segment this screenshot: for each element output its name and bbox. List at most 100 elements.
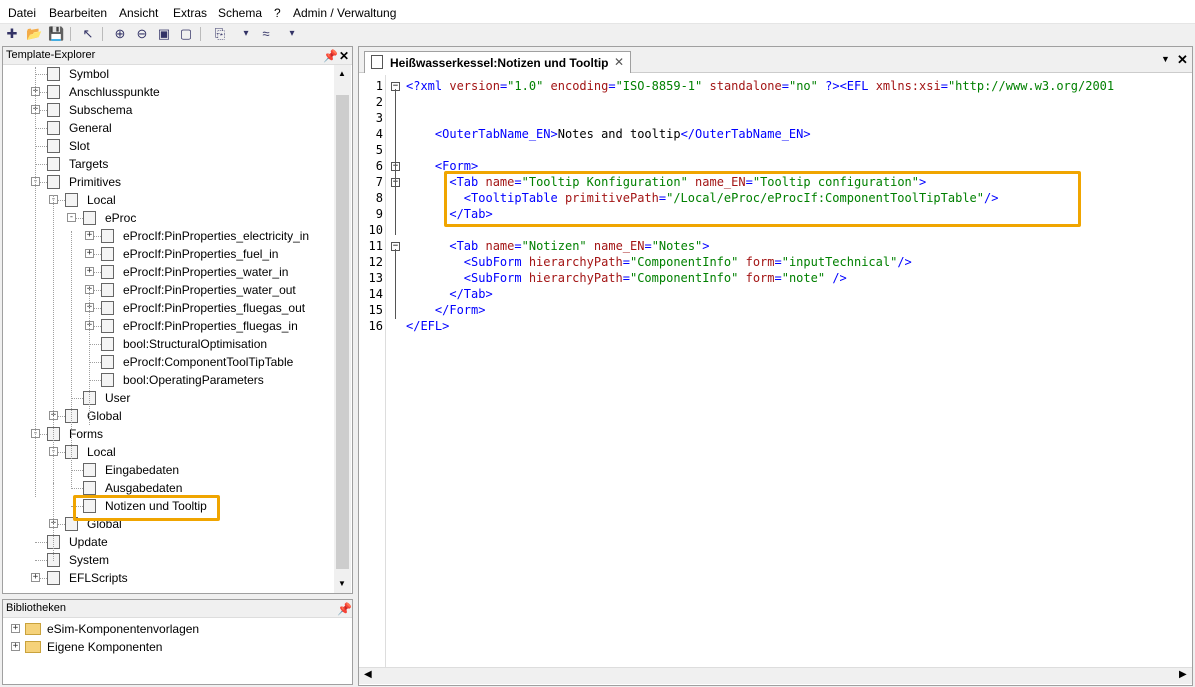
tree-item-label: eProcIf:PinProperties_fluegas_out xyxy=(123,301,306,315)
node-icon xyxy=(83,211,96,225)
tree-item[interactable]: - Primitives xyxy=(3,173,333,191)
pointer-icon[interactable]: ↖ xyxy=(80,26,96,42)
scroll-up-icon[interactable]: ▲ xyxy=(338,69,346,78)
menu-item-6[interactable]: Admin / Verwaltung xyxy=(293,5,396,21)
code-line: <Tab name="Notizen" name_EN="Notes"> xyxy=(449,239,710,253)
expand-icon[interactable]: + xyxy=(11,642,20,651)
tab-close-icon[interactable]: ✕ xyxy=(614,55,624,69)
zoom-in-icon[interactable]: ⊕ xyxy=(112,26,128,42)
tree-item[interactable]: General xyxy=(3,119,333,137)
tree-item[interactable]: Symbol xyxy=(3,65,333,83)
wave-icon[interactable]: ≈ xyxy=(258,26,274,42)
menu-item-1[interactable]: Bearbeiten xyxy=(49,5,107,21)
tree-item[interactable]: Slot xyxy=(3,137,333,155)
scroll-left-icon[interactable]: ◀ xyxy=(364,669,372,680)
tree-item-label: Slot xyxy=(69,139,90,153)
dropdown-icon[interactable]: ▾ xyxy=(238,26,254,42)
dropdown-icon[interactable]: ▾ xyxy=(284,26,300,42)
scroll-thumb[interactable] xyxy=(336,95,349,569)
folder-icon xyxy=(25,641,41,653)
tree-item-label: Primitives xyxy=(69,175,122,189)
menu-item-0[interactable]: Datei xyxy=(8,5,36,21)
menu-item-4[interactable]: Schema xyxy=(218,5,262,21)
tree-item-label: User xyxy=(105,391,131,405)
libraries-title-bar: Bibliotheken 📌 xyxy=(3,600,352,618)
node-icon xyxy=(101,229,114,243)
tab-title: Heißwasserkessel:Notizen und Tooltip xyxy=(390,56,609,70)
node-icon xyxy=(101,355,114,369)
menu-item-3[interactable]: Extras xyxy=(173,5,207,21)
close-icon[interactable]: ✕ xyxy=(339,49,349,63)
tree-item[interactable]: + Subschema xyxy=(3,101,333,119)
tree-item-label: Subschema xyxy=(69,103,133,117)
library-item[interactable]: + Eigene Komponenten xyxy=(3,638,343,656)
node-icon xyxy=(65,193,78,207)
highlight-box-tab-block xyxy=(444,171,1081,227)
line-number: 8 xyxy=(375,191,383,205)
node-icon xyxy=(101,301,114,315)
library-item[interactable]: + eSim-Komponentenvorlagen xyxy=(3,620,343,638)
line-number: 7 xyxy=(375,175,383,189)
zoom-out-icon[interactable]: ⊖ xyxy=(134,26,150,42)
menu-item-5[interactable]: ? xyxy=(274,5,281,21)
menu-item-2[interactable]: Ansicht xyxy=(119,5,158,21)
node-icon xyxy=(47,67,60,81)
tab-list-dropdown-icon[interactable]: ▼ xyxy=(1161,54,1170,64)
tree-item-label: eProcIf:PinProperties_fuel_in xyxy=(123,247,279,261)
node-icon xyxy=(101,373,114,387)
line-number: 15 xyxy=(368,303,383,317)
tree-item[interactable]: Targets xyxy=(3,155,333,173)
code-line: <SubForm hierarchyPath="ComponentInfo" f… xyxy=(463,271,847,285)
expand-icon[interactable]: + xyxy=(11,624,20,633)
line-number: 3 xyxy=(375,111,383,125)
tree-item-label: eProcIf:PinProperties_fluegas_in xyxy=(123,319,298,333)
line-number: 4 xyxy=(375,127,383,141)
node-icon xyxy=(47,103,60,117)
node-icon xyxy=(83,463,96,477)
scroll-down-icon[interactable]: ▼ xyxy=(338,579,346,588)
expand-icon[interactable]: + xyxy=(31,573,40,582)
tree-item[interactable]: + EFLScripts xyxy=(3,569,333,587)
folder-icon xyxy=(25,623,41,635)
tree-item-label: Global xyxy=(87,409,122,423)
close-editor-icon[interactable]: ✕ xyxy=(1177,52,1188,68)
expand-icon[interactable]: + xyxy=(85,231,94,240)
line-number: 11 xyxy=(368,239,383,253)
tree-item-label: Ausgabedaten xyxy=(105,481,183,495)
libraries-title: Bibliotheken xyxy=(6,602,66,614)
open-icon[interactable]: 📂 xyxy=(26,26,42,42)
horizontal-scrollbar[interactable]: ◀ ▶ xyxy=(359,667,1192,684)
tree-item[interactable]: + Anschlusspunkte xyxy=(3,83,333,101)
line-number: 13 xyxy=(368,271,383,285)
zoom-select-icon[interactable]: ▢ xyxy=(178,26,194,42)
tree-item-label: eProc xyxy=(105,211,137,225)
node-icon xyxy=(47,175,60,189)
tree-item-label: Eingabedaten xyxy=(105,463,180,477)
tree-item-label: Forms xyxy=(69,427,103,441)
collapse-icon[interactable]: - xyxy=(67,213,76,222)
code-area[interactable]: 1− <?xml version="1.0" encoding="ISO-8859… xyxy=(359,75,1192,667)
zoom-fit-icon[interactable]: ▣ xyxy=(156,26,172,42)
expand-icon[interactable]: + xyxy=(85,249,94,258)
tree-item-label: Targets xyxy=(69,157,109,171)
line-number: 5 xyxy=(375,143,383,157)
new-icon[interactable]: ✚ xyxy=(4,26,20,42)
expand-icon[interactable]: + xyxy=(85,267,94,276)
tree-item-label: bool:StructuralOptimisation xyxy=(123,337,268,351)
code-line: </Form> xyxy=(434,303,486,317)
layout-icon[interactable]: ⎘ xyxy=(212,26,228,42)
tab-notizen-und-tooltip[interactable]: Heißwasserkessel:Notizen und Tooltip ✕ xyxy=(364,51,631,73)
node-icon xyxy=(101,283,114,297)
template-explorer-title: Template-Explorer xyxy=(6,49,96,61)
vertical-scrollbar[interactable]: ▲ ▼ xyxy=(334,65,351,593)
tree-item-label: EFLScripts xyxy=(69,571,128,585)
tree-item-label: eProcIf:PinProperties_water_in xyxy=(123,265,289,279)
pin-icon[interactable]: 📌 xyxy=(323,49,338,63)
line-number: 2 xyxy=(375,95,383,109)
node-icon xyxy=(101,265,114,279)
form-icon xyxy=(371,55,383,69)
pin-icon[interactable]: 📌 xyxy=(337,602,352,616)
node-icon xyxy=(47,139,60,153)
save-icon[interactable]: 💾 xyxy=(48,26,64,42)
scroll-right-icon[interactable]: ▶ xyxy=(1179,669,1187,680)
